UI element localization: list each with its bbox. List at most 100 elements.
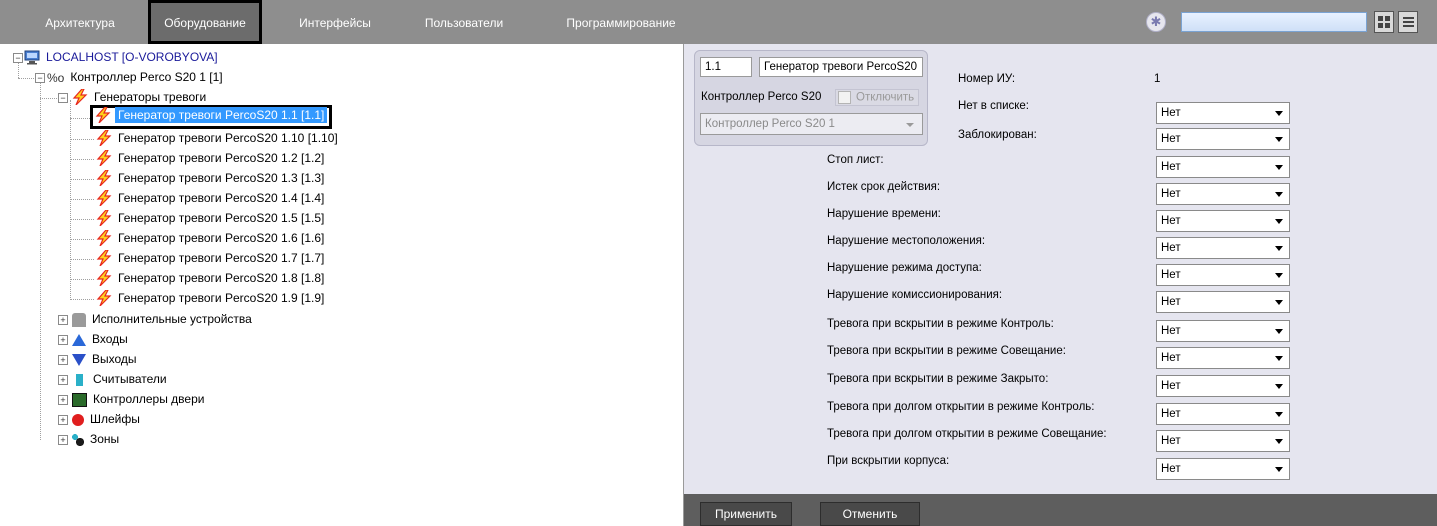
expand-toggle[interactable]: + [58,435,68,445]
tree-node-generator[interactable]: Генератор тревоги PercoS20 1.2 [1.2] [96,149,326,167]
list-view-icon[interactable] [1398,11,1418,33]
tab-interfaces[interactable]: Интерфейсы [280,0,390,44]
collapse-toggle[interactable]: − [13,53,23,63]
alarm-generator-icon [95,107,111,123]
tree-node-inputs[interactable]: Входы [72,330,130,348]
field-select[interactable]: Нет [1156,458,1290,480]
zone-icon [72,433,84,446]
tree-node-generator[interactable]: Генератор тревоги PercoS20 1.3 [1.3] [96,169,326,187]
tree-node-generator[interactable]: Генератор тревоги PercoS20 1.8 [1.8] [96,269,326,287]
device-id-field[interactable]: 1.1 [700,57,752,77]
field-select[interactable]: Нет [1156,237,1290,259]
tree-node-generator[interactable]: Генератор тревоги PercoS20 1.10 [1.10] [96,129,340,147]
expand-toggle[interactable]: + [58,395,68,405]
tree-node-generator[interactable]: Генератор тревоги PercoS20 1.5 [1.5] [96,209,326,227]
chevron-down-icon [1275,329,1283,334]
field-label: Стоп лист: [827,154,884,166]
cancel-button[interactable]: Отменить [820,502,920,526]
field-label: Нарушение времени: [827,208,941,220]
collapse-toggle[interactable]: − [35,73,45,83]
field-select[interactable]: Нет [1156,291,1290,313]
gear-icon[interactable]: ✱ [1146,12,1166,32]
device-name-field[interactable]: Генератор тревоги PercoS20 [759,57,923,77]
not-in-list-select[interactable]: Нет [1156,102,1290,124]
tree-node-loops[interactable]: Шлейфы [72,410,142,428]
alarm-generator-icon [96,149,112,166]
tree-node-door-controllers[interactable]: Контроллеры двери [72,390,206,408]
chevron-down-icon [1275,356,1283,361]
alarm-generator-icon [96,209,112,226]
tree-node-outputs[interactable]: Выходы [72,350,139,368]
actuator-icon [72,312,86,327]
tree-node-generator-selected[interactable]: Генератор тревоги PercoS20 1.1 [1.1] [90,105,333,129]
tree-node-generator[interactable]: Генератор тревоги PercoS20 1.4 [1.4] [96,189,326,207]
alarm-generator-icon [96,189,112,206]
disable-checkbox[interactable]: Отключить [835,89,920,106]
alarm-generator-icon [96,229,112,246]
field-select[interactable]: Нет [1156,264,1290,286]
search-input[interactable] [1181,12,1367,32]
tab-users[interactable]: Пользователи [412,0,516,44]
controller-icon: %o [47,70,65,85]
alarm-generator-icon [72,88,88,105]
field-label: Тревога при вскрытии в режиме Совещание: [827,345,1066,357]
tree-node-root[interactable]: LOCALHOST [O-VOROBYOVA] [24,48,220,66]
input-icon [72,333,86,346]
expand-toggle[interactable]: + [58,355,68,365]
chevron-down-icon [1275,467,1283,472]
chevron-down-icon [1275,439,1283,444]
blocked-select[interactable]: Нет [1156,128,1290,150]
alarm-generator-icon [96,289,112,306]
expand-toggle[interactable]: + [58,335,68,345]
tree-node-actuators[interactable]: Исполнительные устройства [72,310,254,328]
field-label: Нарушение комиссионирования: [827,289,1003,301]
checkbox-box[interactable] [838,91,851,104]
tree-node-generator[interactable]: Генератор тревоги PercoS20 1.9 [1.9] [96,289,326,307]
expand-toggle[interactable]: + [58,415,68,425]
equipment-tree: − LOCALHOST [O-VOROBYOVA] − %o Контроллер… [0,44,684,526]
tree-node-controller[interactable]: %o Контроллер Perco S20 1 [1] [47,68,225,86]
field-select[interactable]: Нет [1156,375,1290,397]
properties-panel: 1.1 Генератор тревоги PercoS20 Контролле… [684,44,1437,526]
alarm-generator-icon [96,249,112,266]
tree-node-zones[interactable]: Зоны [72,430,121,448]
door-controller-icon [72,392,87,407]
top-tab-bar: Архитектура Оборудование Интерфейсы Поль… [0,0,1437,44]
field-select[interactable]: Нет [1156,430,1290,452]
chevron-down-icon [1275,300,1283,305]
alarm-generator-icon [96,169,112,186]
collapse-toggle[interactable]: − [58,93,68,103]
field-select[interactable]: Нет [1156,183,1290,205]
chevron-down-icon [1275,273,1283,278]
field-select[interactable]: Нет [1156,347,1290,369]
grid-view-icon[interactable] [1374,11,1394,33]
chevron-down-icon [1275,219,1283,224]
field-select[interactable]: Нет [1156,403,1290,425]
field-select[interactable]: Нет [1156,156,1290,178]
parent-select[interactable]: Контроллер Perco S20 1 [700,113,923,135]
field-select[interactable]: Нет [1156,320,1290,342]
chevron-down-icon [1275,246,1283,251]
tree-node-generator[interactable]: Генератор тревоги PercoS20 1.6 [1.6] [96,229,326,247]
field-select[interactable]: Нет [1156,210,1290,232]
tab-programming[interactable]: Программирование [556,0,686,44]
chevron-down-icon [906,123,914,127]
output-icon [72,353,86,366]
chevron-down-icon [1275,165,1283,170]
chevron-down-icon [1275,192,1283,197]
tab-architecture[interactable]: Архитектура [28,0,132,44]
expand-toggle[interactable]: + [58,375,68,385]
chevron-down-icon [1275,111,1283,116]
expand-toggle[interactable]: + [58,315,68,325]
tree-node-alarm-generators[interactable]: Генераторы тревоги [72,88,208,106]
number-value: 1 [1154,73,1161,85]
tree-node-readers[interactable]: Считыватели [72,370,169,388]
tree-node-generator[interactable]: Генератор тревоги PercoS20 1.7 [1.7] [96,249,326,267]
tab-equipment[interactable]: Оборудование [148,0,262,44]
field-label: Тревога при долгом открытии в режиме Кон… [827,401,1095,413]
alarm-generator-icon [96,129,112,146]
reader-icon [76,373,83,386]
field-label: Истек срок действия: [827,181,941,193]
not-in-list-label: Нет в списке: [958,100,1029,112]
apply-button[interactable]: Применить [700,502,792,526]
